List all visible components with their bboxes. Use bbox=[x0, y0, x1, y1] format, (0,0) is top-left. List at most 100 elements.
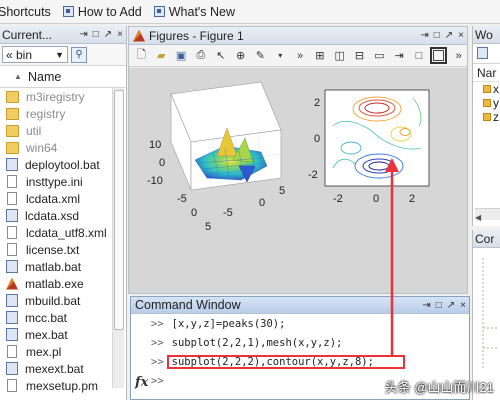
workspace-name-header: Nar bbox=[477, 65, 497, 80]
print-icon[interactable]: ⎙ bbox=[192, 47, 209, 64]
workspace-toolbar bbox=[473, 44, 500, 64]
workspace-var-y[interactable]: y bbox=[473, 96, 500, 110]
shortcut-label: How to Add bbox=[77, 4, 142, 19]
command-history-title: Cor bbox=[475, 231, 495, 246]
file-list-item[interactable]: mex.bat bbox=[0, 326, 126, 343]
file-icon bbox=[6, 209, 18, 222]
matlab-logo-icon bbox=[6, 277, 18, 290]
shortcuts-toolbar: Shortcuts How to Add What's New bbox=[0, 0, 500, 24]
folder-icon bbox=[6, 124, 19, 137]
new-variable-icon[interactable] bbox=[477, 47, 488, 59]
more-tools-icon[interactable]: » bbox=[450, 47, 467, 64]
zoom-in-icon[interactable]: ⊕ bbox=[232, 47, 249, 64]
maximize-icon[interactable]: □ bbox=[411, 47, 428, 64]
folder-list-item[interactable]: util bbox=[0, 122, 126, 139]
mesh-x-tick: 0 bbox=[259, 197, 265, 209]
file-list-item[interactable]: mexsetup.pm bbox=[0, 377, 126, 394]
close-icon[interactable]: × bbox=[460, 300, 466, 311]
file-list: m3iregistry registry util win64 deploytool.b… bbox=[0, 88, 126, 394]
path-dropdown[interactable]: « bin ▼ bbox=[2, 46, 68, 63]
file-list-item[interactable]: mex.pl bbox=[0, 343, 126, 360]
split-top-icon[interactable]: ⊟ bbox=[351, 47, 368, 64]
workspace-scrollbar[interactable]: ◀ bbox=[475, 208, 500, 222]
figure-canvas[interactable]: 10 0 -10 -5 0 5 -5 0 5 2 0 -2 -2 0 2 bbox=[129, 68, 467, 293]
file-list-item[interactable]: mbuild.bat bbox=[0, 292, 126, 309]
edit-plot-arrow-icon[interactable]: ↖ bbox=[212, 47, 229, 64]
command-prompt: >> bbox=[151, 336, 164, 349]
file-list-header[interactable]: ▲ Name bbox=[0, 66, 126, 88]
mesh-z-tick: 0 bbox=[159, 157, 165, 169]
matlab-logo-icon bbox=[133, 29, 145, 42]
file-list-item[interactable]: license.txt bbox=[0, 241, 126, 258]
folder-list-item[interactable]: registry bbox=[0, 105, 126, 122]
open-file-icon[interactable]: ▰ bbox=[153, 47, 170, 64]
file-list-item[interactable]: deploytool.bat bbox=[0, 156, 126, 173]
close-icon[interactable]: × bbox=[458, 30, 464, 41]
single-view-icon[interactable]: ▭ bbox=[371, 47, 388, 64]
arrow-icon[interactable]: ↗ bbox=[445, 30, 453, 41]
file-name: matlab.bat bbox=[25, 259, 82, 274]
file-list-item[interactable]: insttype.ini bbox=[0, 173, 126, 190]
command-window-title-bar: Command Window ⇥ □ ↗ × bbox=[131, 297, 469, 314]
file-name: mex.pl bbox=[26, 344, 62, 359]
file-list-scrollbar[interactable] bbox=[112, 88, 124, 388]
undock-icon[interactable]: ⇥ bbox=[79, 29, 87, 40]
undock-icon[interactable]: ⇥ bbox=[420, 30, 428, 41]
contour-y-tick: 0 bbox=[314, 133, 320, 145]
folder-list-item[interactable]: win64 bbox=[0, 139, 126, 156]
mesh-subplot[interactable]: 10 0 -10 -5 0 5 -5 0 5 bbox=[147, 81, 285, 233]
split-left-icon[interactable]: ◫ bbox=[331, 47, 348, 64]
arrow-icon[interactable]: ↗ bbox=[104, 29, 112, 40]
workspace-header[interactable]: Nar bbox=[473, 64, 500, 82]
file-list-item[interactable]: matlab.bat bbox=[0, 258, 126, 275]
maximize-icon[interactable]: □ bbox=[436, 300, 442, 311]
workspace-title-bar: Wo bbox=[473, 26, 500, 44]
shortcut-shortcuts[interactable]: Shortcuts bbox=[0, 5, 51, 19]
scrollbar-thumb[interactable] bbox=[114, 90, 124, 330]
figure-toolbar: 🗋 ▰ ▣ ⎙ ↖ ⊕ ✎ ▾ » ⊞ ◫ ⊟ ▭ ⇥ □ » bbox=[129, 45, 467, 67]
contour-subplot[interactable]: 2 0 -2 -2 0 2 bbox=[308, 89, 430, 205]
close-icon[interactable]: × bbox=[117, 29, 123, 40]
file-list-item[interactable]: mcc.bat bbox=[0, 309, 126, 326]
workspace-var-z[interactable]: z bbox=[473, 110, 500, 124]
new-figure-icon[interactable]: 🗋 bbox=[133, 47, 150, 64]
undock-icon[interactable]: ⇥ bbox=[422, 300, 430, 311]
file-list-item[interactable]: lcdata_utf8.xml bbox=[0, 224, 126, 241]
maximize-icon[interactable]: □ bbox=[93, 29, 99, 40]
file-name: deploytool.bat bbox=[25, 157, 100, 172]
mesh-y-tick: -5 bbox=[223, 207, 233, 219]
file-name: mexsetup.pm bbox=[26, 378, 99, 393]
file-name: insttype.ini bbox=[26, 174, 83, 189]
function-browser-icon[interactable]: fx bbox=[135, 375, 148, 390]
dock-view-icon[interactable] bbox=[430, 47, 448, 64]
command-history-panel: Cor bbox=[472, 230, 500, 400]
save-icon[interactable]: ▣ bbox=[173, 47, 190, 64]
file-icon bbox=[7, 192, 17, 205]
file-name: mcc.bat bbox=[25, 310, 68, 325]
file-name: lcdata_utf8.xml bbox=[26, 225, 107, 240]
search-icon[interactable]: ⚲ bbox=[71, 46, 87, 63]
file-list-item[interactable]: matlab.exe bbox=[0, 275, 126, 292]
command-line: >> subplot(2,2,1),mesh(x,y,z); bbox=[131, 333, 469, 352]
shortcut-how-to-add[interactable]: How to Add bbox=[62, 4, 142, 19]
file-list-item[interactable]: mexext.bat bbox=[0, 360, 126, 377]
tile-grid-icon[interactable]: ⊞ bbox=[311, 47, 328, 64]
folder-list-item[interactable]: m3iregistry bbox=[0, 88, 126, 105]
file-list-item[interactable]: lcdata.xsd bbox=[0, 207, 126, 224]
shortcut-whats-new[interactable]: What's New bbox=[153, 5, 235, 19]
brush-icon[interactable]: ✎ bbox=[252, 47, 269, 64]
file-name: mbuild.bat bbox=[25, 293, 81, 308]
arrow-icon[interactable]: ↗ bbox=[447, 300, 455, 311]
file-icon bbox=[6, 328, 18, 341]
scroll-left-icon[interactable]: ◀ bbox=[475, 213, 481, 222]
file-list-item[interactable]: lcdata.xml bbox=[0, 190, 126, 207]
current-folder-title: Current... bbox=[2, 27, 53, 42]
more-tools-icon[interactable]: » bbox=[292, 47, 309, 64]
workspace-var-x[interactable]: x bbox=[473, 82, 500, 96]
maximize-icon[interactable]: □ bbox=[434, 30, 440, 41]
watermark: 头条 @山山而川21 bbox=[384, 380, 494, 395]
mesh-x-tick: -5 bbox=[177, 193, 187, 205]
file-icon bbox=[7, 226, 17, 239]
chevron-down-icon[interactable]: ▾ bbox=[272, 47, 289, 64]
undock-icon[interactable]: ⇥ bbox=[391, 47, 408, 64]
